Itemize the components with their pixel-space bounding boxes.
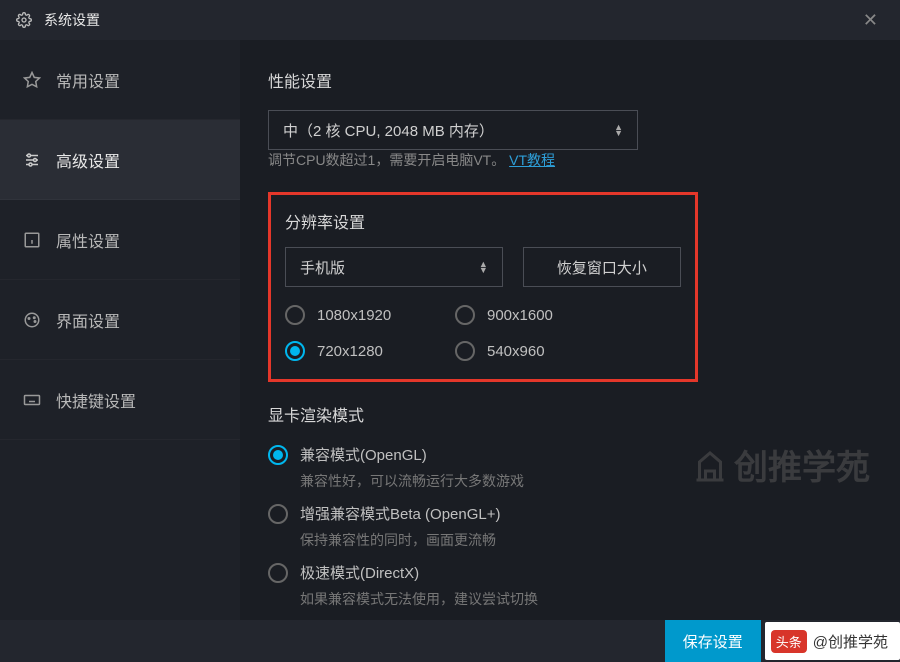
sidebar-item-advanced[interactable]: 高级设置 [0, 120, 240, 200]
keyboard-icon [22, 390, 42, 410]
palette-icon [22, 310, 42, 330]
resolution-options: 1080x1920 900x1600 720x1280 540x960 [285, 305, 681, 361]
save-button-label: 保存设置 [683, 631, 743, 652]
resolution-option-label: 540x960 [487, 343, 545, 360]
sidebar-item-label: 属性设置 [56, 228, 120, 252]
render-mode-label: 增强兼容模式Beta (OpenGL+) [300, 503, 500, 524]
sidebar-item-ui[interactable]: 界面设置 [0, 280, 240, 360]
sidebar-item-label: 常用设置 [56, 68, 120, 92]
resolution-mode-select[interactable]: 手机版 ▲▼ [285, 247, 503, 287]
render-mode-2[interactable]: 极速模式(DirectX) [268, 562, 870, 583]
resolution-section-title: 分辨率设置 [285, 209, 681, 233]
render-mode-desc: 如果兼容模式无法使用，建议尝试切换 [300, 589, 870, 609]
perf-hint: 调节CPU数超过1，需要开启电脑VT。 VT教程 [268, 150, 870, 170]
render-mode-label: 兼容模式(OpenGL) [300, 444, 427, 465]
perf-select[interactable]: 中（2 核 CPU, 2048 MB 内存） ▲▼ [268, 110, 638, 150]
resolution-option-3[interactable]: 540x960 [455, 341, 625, 361]
resolution-option-0[interactable]: 1080x1920 [285, 305, 455, 325]
render-mode-0[interactable]: 兼容模式(OpenGL) [268, 444, 870, 465]
render-mode-1[interactable]: 增强兼容模式Beta (OpenGL+) [268, 503, 870, 524]
radio-icon [455, 341, 475, 361]
resolution-option-2[interactable]: 720x1280 [285, 341, 455, 361]
resolution-option-label: 720x1280 [317, 343, 383, 360]
titlebar: 系统设置 ✕ [0, 0, 900, 40]
attribution-badge: 头条 @创推学苑 [765, 622, 900, 660]
badge-author: @创推学苑 [813, 631, 888, 652]
resolution-option-label: 1080x1920 [317, 307, 391, 324]
resolution-option-label: 900x1600 [487, 307, 553, 324]
close-icon[interactable]: ✕ [855, 6, 886, 35]
sidebar-item-shortcuts[interactable]: 快捷键设置 [0, 360, 240, 440]
gear-icon [14, 10, 34, 30]
perf-hint-text: 调节CPU数超过1，需要开启电脑VT。 [268, 152, 505, 168]
render-mode-label: 极速模式(DirectX) [300, 562, 419, 583]
resolution-highlight: 分辨率设置 手机版 ▲▼ 恢复窗口大小 1080x1920 900x1600 [268, 192, 698, 382]
sliders-icon [22, 150, 42, 170]
sidebar: 常用设置 高级设置 属性设置 界面设置 快捷键设置 [0, 40, 240, 620]
radio-icon [285, 341, 305, 361]
info-icon [22, 230, 42, 250]
badge-brand: 头条 [771, 630, 807, 653]
chevron-updown-icon: ▲▼ [614, 124, 623, 136]
perf-select-value: 中（2 核 CPU, 2048 MB 内存） [283, 120, 494, 141]
restore-window-label: 恢复窗口大小 [557, 257, 647, 278]
render-mode-desc: 兼容性好，可以流畅运行大多数游戏 [300, 471, 870, 491]
render-mode-desc: 保持兼容性的同时，画面更流畅 [300, 530, 870, 550]
restore-window-button[interactable]: 恢复窗口大小 [523, 247, 681, 287]
perf-section-title: 性能设置 [268, 68, 870, 92]
resolution-mode-value: 手机版 [300, 257, 345, 278]
content-panel: 性能设置 中（2 核 CPU, 2048 MB 内存） ▲▼ 调节CPU数超过1… [240, 40, 900, 620]
radio-icon [268, 563, 288, 583]
resolution-option-1[interactable]: 900x1600 [455, 305, 625, 325]
vt-tutorial-link[interactable]: VT教程 [509, 152, 555, 168]
sidebar-item-common[interactable]: 常用设置 [0, 40, 240, 120]
sidebar-item-label: 快捷键设置 [56, 388, 136, 412]
radio-icon [285, 305, 305, 325]
bottombar: 保存设置 头条 @创推学苑 [0, 620, 900, 662]
chevron-updown-icon: ▲▼ [479, 261, 488, 273]
sidebar-item-label: 界面设置 [56, 308, 120, 332]
save-button[interactable]: 保存设置 [665, 620, 761, 662]
radio-icon [455, 305, 475, 325]
render-section-title: 显卡渲染模式 [268, 402, 870, 426]
radio-icon [268, 445, 288, 465]
sidebar-item-properties[interactable]: 属性设置 [0, 200, 240, 280]
window-title: 系统设置 [44, 10, 100, 30]
render-modes: 兼容模式(OpenGL) 兼容性好，可以流畅运行大多数游戏 增强兼容模式Beta… [268, 444, 870, 609]
star-icon [22, 70, 42, 90]
radio-icon [268, 504, 288, 524]
sidebar-item-label: 高级设置 [56, 148, 120, 172]
